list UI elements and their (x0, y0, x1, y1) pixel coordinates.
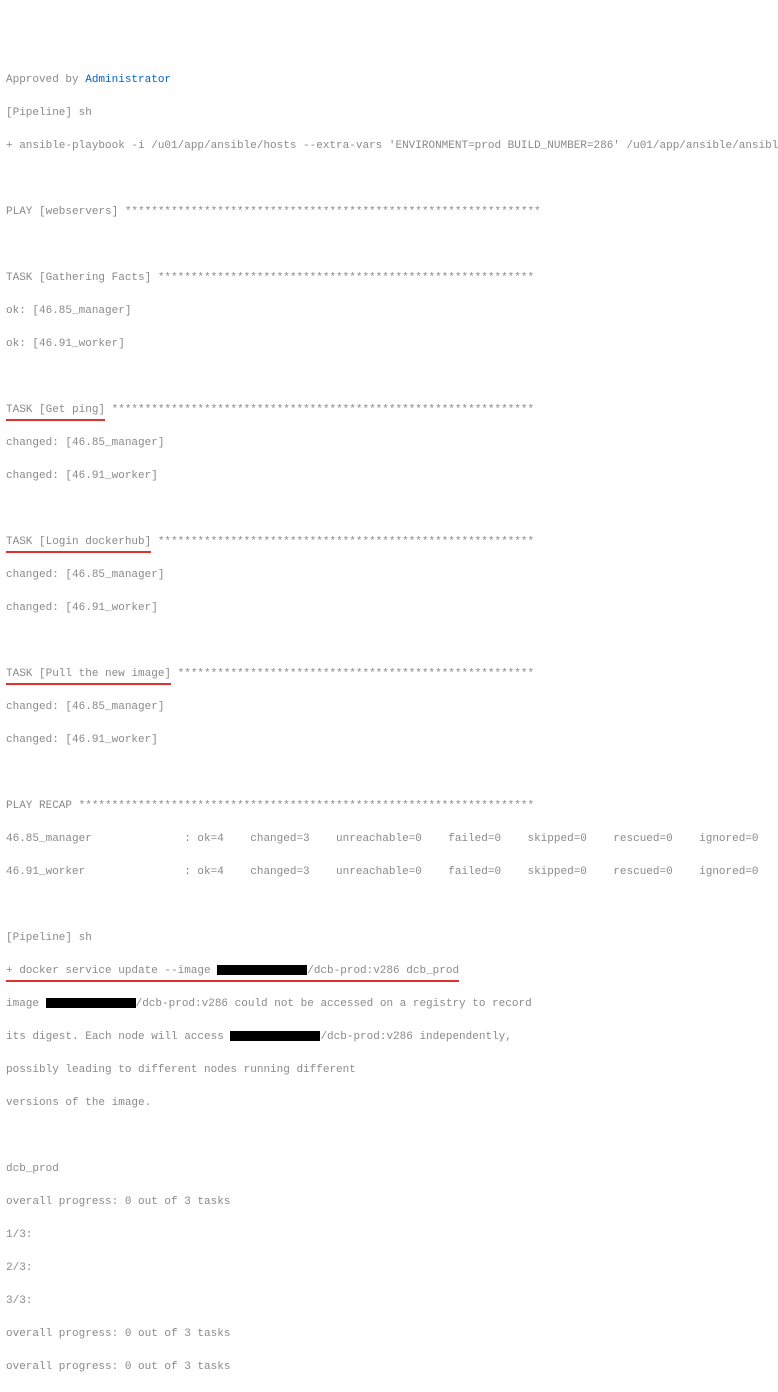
redacted-text (217, 965, 307, 975)
pipeline-label: [Pipeline] sh (6, 930, 772, 947)
redacted-text (46, 998, 136, 1008)
task-header: TASK [Pull the new image] **************… (6, 666, 772, 683)
play-header: PLAY [webservers] **********************… (6, 204, 772, 221)
recap-header: PLAY RECAP *****************************… (6, 798, 772, 815)
text-pre: image (6, 998, 46, 1010)
blank-line (6, 237, 772, 254)
task-stars: ****************************************… (171, 668, 534, 680)
docker-command: + docker service update --image /dcb-pro… (6, 963, 772, 980)
ok-line: ok: [46.91_worker] (6, 336, 772, 353)
task-progress: 2/3: (6, 1260, 772, 1277)
task-stars: ****************************************… (151, 536, 534, 548)
blank-line (6, 765, 772, 782)
output-line: its digest. Each node will access /dcb-p… (6, 1029, 772, 1046)
task-pull-label: TASK [Pull the new image] (6, 666, 171, 683)
changed-line: changed: [46.91_worker] (6, 732, 772, 749)
changed-line: changed: [46.85_manager] (6, 435, 772, 452)
command-line: + ansible-playbook -i /u01/app/ansible/h… (6, 138, 772, 155)
docker-cmd-post: /dcb-prod:v286 dcb_prod (307, 965, 459, 977)
output-line: versions of the image. (6, 1095, 772, 1112)
task-login-label: TASK [Login dockerhub] (6, 534, 151, 551)
changed-line: changed: [46.91_worker] (6, 600, 772, 617)
progress-line: overall progress: 0 out of 3 tasks (6, 1194, 772, 1211)
output-line: image /dcb-prod:v286 could not be access… (6, 996, 772, 1013)
task-ping-label: TASK [Get ping] (6, 402, 105, 419)
text-post: /dcb-prod:v286 independently, (320, 1031, 511, 1043)
blank-line (6, 501, 772, 518)
docker-cmd-underlined: + docker service update --image /dcb-pro… (6, 963, 459, 980)
recap-line: 46.91_worker : ok=4 changed=3 unreachabl… (6, 864, 772, 881)
task-stars: ****************************************… (105, 404, 534, 416)
text-post: /dcb-prod:v286 could not be accessed on … (136, 998, 532, 1010)
task-header: TASK [Login dockerhub] *****************… (6, 534, 772, 551)
changed-line: changed: [46.85_manager] (6, 567, 772, 584)
progress-line: overall progress: 0 out of 3 tasks (6, 1359, 772, 1376)
docker-cmd-pre: + docker service update --image (6, 965, 217, 977)
changed-line: changed: [46.85_manager] (6, 699, 772, 716)
approver-link[interactable]: Administrator (85, 74, 171, 86)
redacted-text (230, 1031, 320, 1041)
progress-line: overall progress: 0 out of 3 tasks (6, 1326, 772, 1343)
approved-by-text: Approved by (6, 74, 85, 86)
ok-line: ok: [46.85_manager] (6, 303, 772, 320)
blank-line (6, 171, 772, 188)
output-line: possibly leading to different nodes runn… (6, 1062, 772, 1079)
task-header: TASK [Gathering Facts] *****************… (6, 270, 772, 287)
recap-line: 46.85_manager : ok=4 changed=3 unreachab… (6, 831, 772, 848)
output-line: Approved by Administrator (6, 72, 772, 89)
blank-line (6, 369, 772, 386)
service-name: dcb_prod (6, 1161, 772, 1178)
changed-line: changed: [46.91_worker] (6, 468, 772, 485)
task-header: TASK [Get ping] ************************… (6, 402, 772, 419)
blank-line (6, 1128, 772, 1145)
blank-line (6, 897, 772, 914)
pipeline-label: [Pipeline] sh (6, 105, 772, 122)
task-progress: 1/3: (6, 1227, 772, 1244)
task-progress: 3/3: (6, 1293, 772, 1310)
text-pre: its digest. Each node will access (6, 1031, 230, 1043)
blank-line (6, 633, 772, 650)
